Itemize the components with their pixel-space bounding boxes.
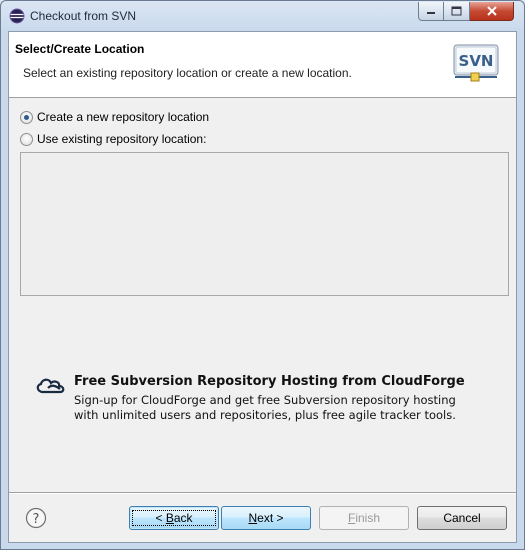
back-button-focus: < Back <box>132 510 216 526</box>
back-button-label: ack <box>173 511 193 525</box>
minimize-icon <box>427 12 435 14</box>
wizard-header: Select/Create Location Select an existin… <box>9 32 516 98</box>
cancel-button-label: Cancel <box>443 511 481 525</box>
option-create-new-label: Create a new repository location <box>37 110 210 124</box>
next-button-label: ext > <box>257 511 284 525</box>
svn-logo-text: SVN <box>459 52 494 70</box>
title-bar[interactable]: Checkout from SVN <box>1 1 524 31</box>
minimize-button[interactable] <box>418 2 444 21</box>
back-button-accelerator: B <box>165 511 174 525</box>
dialog-window: Checkout from SVN Select/Create Location… <box>0 0 525 550</box>
help-icon[interactable]: ? <box>25 507 47 529</box>
eclipse-icon <box>9 8 25 24</box>
finish-button[interactable]: Finish <box>319 506 409 530</box>
window-title: Checkout from SVN <box>30 9 137 23</box>
cloudforge-promo[interactable]: Free Subversion Repository Hosting from … <box>34 372 504 432</box>
maximize-icon <box>451 6 462 16</box>
next-button-accelerator: N <box>248 511 258 525</box>
page-description: Select an existing repository location o… <box>23 66 352 80</box>
promo-line-2: with unlimited users and repositories, p… <box>74 408 456 422</box>
back-button-prefix: < <box>155 511 166 525</box>
promo-title: Free Subversion Repository Hosting from … <box>74 374 465 389</box>
option-use-existing-label: Use existing repository location: <box>37 132 207 146</box>
radio-create-new[interactable] <box>20 110 33 124</box>
maximize-button[interactable] <box>444 2 470 21</box>
svg-text:?: ? <box>33 512 40 527</box>
page-title: Select/Create Location <box>15 42 145 56</box>
close-icon <box>486 6 497 16</box>
repository-list[interactable] <box>20 152 509 296</box>
cancel-button[interactable]: Cancel <box>417 506 507 530</box>
next-button[interactable]: Next > <box>221 506 311 530</box>
dialog-content: Select/Create Location Select an existin… <box>8 31 517 543</box>
cloudforge-icon <box>36 378 65 394</box>
option-use-existing[interactable]: Use existing repository location: <box>20 131 206 147</box>
close-button[interactable] <box>470 2 514 21</box>
button-bar-separator <box>9 492 516 494</box>
radio-use-existing[interactable] <box>20 132 33 146</box>
promo-line-1: Sign-up for CloudForge and get free Subv… <box>74 393 456 407</box>
back-button[interactable]: < Back <box>129 506 219 530</box>
option-create-new[interactable]: Create a new repository location <box>20 109 209 125</box>
svn-logo-icon: SVN <box>453 44 499 82</box>
finish-button-label: inish <box>355 511 381 525</box>
